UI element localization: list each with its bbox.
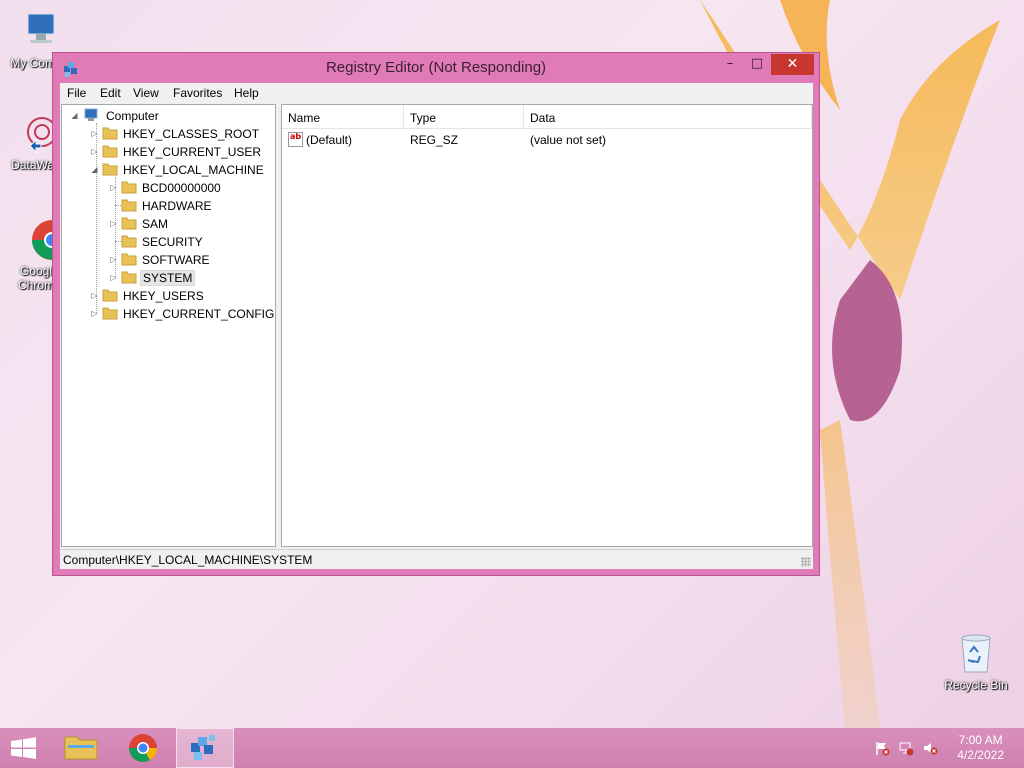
column-header-name[interactable]: Name: [282, 105, 404, 129]
status-path: Computer\HKEY_LOCAL_MACHINE\SYSTEM: [63, 553, 313, 567]
expand-arrow-icon[interactable]: ▷: [90, 291, 99, 300]
recycle-bin-icon: [954, 632, 998, 676]
expand-arrow-icon[interactable]: ▷: [109, 183, 118, 192]
expand-arrow-icon[interactable]: ▷: [109, 273, 118, 282]
file-explorer-icon: [64, 736, 98, 760]
taskbar-registry-editor[interactable]: [176, 728, 234, 768]
network-icon[interactable]: [898, 740, 914, 756]
value-type: REG_SZ: [410, 133, 459, 147]
taskbar-chrome[interactable]: [114, 728, 172, 768]
start-button[interactable]: [0, 728, 58, 768]
expand-arrow-icon[interactable]: ▷: [109, 255, 118, 264]
computer-icon: [82, 108, 98, 122]
status-bar: Computer\HKEY_LOCAL_MACHINE\SYSTEM: [60, 549, 813, 569]
collapse-arrow-icon[interactable]: ◢: [90, 165, 99, 174]
expand-arrow-icon[interactable]: ▷: [90, 129, 99, 138]
tree-node-label: HKEY_LOCAL_MACHINE: [123, 163, 264, 177]
value-data: (value not set): [530, 133, 607, 147]
menu-bar: File Edit View Favorites Help: [60, 83, 813, 104]
menu-edit[interactable]: Edit: [100, 86, 121, 100]
tree-node-label: Computer: [106, 109, 159, 123]
registry-tree[interactable]: ◢ Computer ▷ HKEY_CLASSES_ROOT ▷ HKEY_CU…: [61, 104, 276, 547]
action-center-flag-icon[interactable]: [874, 740, 890, 756]
value-name: (Default): [306, 133, 353, 147]
folder-icon: [102, 288, 118, 302]
volume-muted-icon[interactable]: [922, 740, 938, 756]
column-header-type[interactable]: Type: [404, 105, 524, 129]
minimize-button[interactable]: –: [717, 54, 743, 75]
computer-icon: [14, 10, 58, 54]
tree-node-label: SYSTEM: [140, 270, 196, 286]
folder-icon: [121, 234, 137, 248]
tree-node-label: BCD00000000: [142, 181, 221, 195]
registry-editor-window: Registry Editor (Not Responding) – □ ✕ F…: [52, 52, 820, 576]
clock-time: 7:00 AM: [958, 733, 1003, 747]
start-icon: [11, 737, 36, 759]
registry-editor-icon: [191, 735, 215, 760]
menu-help[interactable]: Help: [234, 86, 259, 100]
resize-grip-icon[interactable]: [801, 557, 811, 567]
menu-favorites[interactable]: Favorites: [173, 86, 222, 100]
values-list[interactable]: Name Type Data ab (Default) REG_SZ (valu…: [281, 104, 813, 547]
tree-node-label: SECURITY: [142, 235, 203, 249]
column-header-data[interactable]: Data: [524, 105, 812, 129]
tree-node-label: HKEY_CURRENT_USER: [123, 145, 262, 159]
desktop-icon-recycle-bin[interactable]: Recycle Bin: [940, 632, 1012, 692]
folder-icon: [121, 270, 137, 284]
taskbar-file-explorer[interactable]: [52, 728, 110, 768]
desktop-icon-label: Recycle Bin: [944, 678, 1008, 692]
chrome-icon: [129, 734, 157, 762]
tree-node-label: HARDWARE: [142, 199, 212, 213]
menu-file[interactable]: File: [67, 86, 86, 100]
folder-icon: [102, 306, 118, 320]
taskbar: 7:00 AM 4/2/2022: [0, 728, 1024, 768]
clock-date: 4/2/2022: [957, 748, 1004, 762]
folder-open-icon: [102, 162, 118, 176]
maximize-button[interactable]: □: [744, 54, 770, 75]
table-row[interactable]: ab (Default) REG_SZ (value not set): [282, 131, 812, 149]
close-button[interactable]: ✕: [771, 54, 814, 75]
folder-icon: [102, 144, 118, 158]
folder-icon: [121, 198, 137, 212]
folder-icon: [121, 216, 137, 230]
menu-view[interactable]: View: [133, 86, 159, 100]
expand-arrow-icon[interactable]: ▷: [90, 309, 99, 318]
list-header: Name Type Data: [282, 105, 812, 129]
tree-node-label: HKEY_USERS: [123, 289, 204, 303]
collapse-arrow-icon[interactable]: ◢: [70, 111, 79, 120]
folder-icon: [121, 180, 137, 194]
expand-arrow-icon[interactable]: ▷: [109, 219, 118, 228]
tree-node-label: SAM: [142, 217, 169, 231]
tree-node-label: HKEY_CLASSES_ROOT: [123, 127, 260, 141]
expand-arrow-icon[interactable]: ▷: [90, 147, 99, 156]
client-area: ◢ Computer ▷ HKEY_CLASSES_ROOT ▷ HKEY_CU…: [60, 104, 813, 569]
folder-icon: [121, 252, 137, 266]
system-clock[interactable]: 7:00 AM 4/2/2022: [957, 733, 1004, 763]
folder-icon: [102, 126, 118, 140]
title-bar[interactable]: Registry Editor (Not Responding) – □ ✕: [53, 53, 819, 83]
string-value-icon: ab: [288, 132, 303, 147]
window-title: Registry Editor (Not Responding): [325, 59, 547, 76]
tree-node-label: HKEY_CURRENT_CONFIG: [123, 307, 275, 321]
tree-node-label: SOFTWARE: [142, 253, 210, 267]
